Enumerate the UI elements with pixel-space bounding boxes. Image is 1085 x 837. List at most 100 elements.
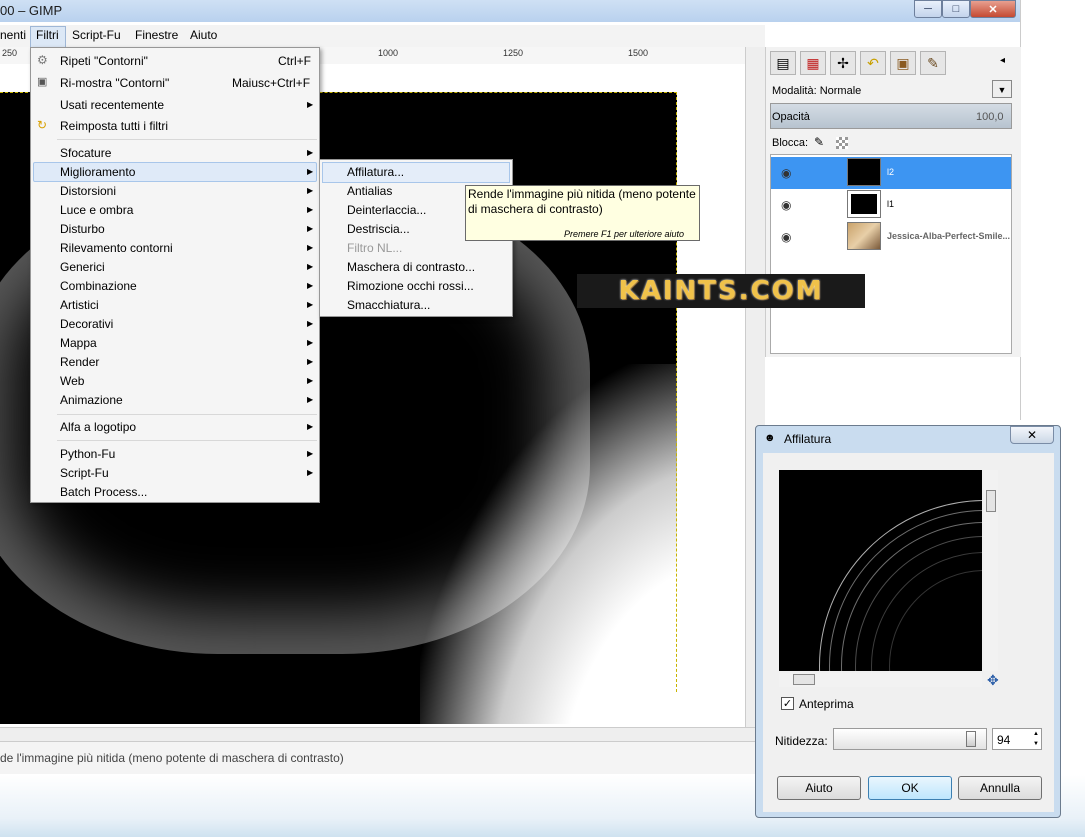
sharpness-slider[interactable] bbox=[833, 728, 987, 750]
layer-row[interactable]: ◉ l1 bbox=[771, 189, 1011, 221]
images-tab-icon[interactable]: ▣ bbox=[890, 51, 916, 75]
menu-separator bbox=[57, 440, 317, 441]
submenu-arrow-icon: ▶ bbox=[307, 243, 314, 252]
menu-item-red-eye[interactable]: Rimozione occhi rossi... bbox=[347, 279, 474, 293]
preview-checkbox[interactable]: ✓ bbox=[781, 697, 794, 710]
menu-item-script-fu[interactable]: Script-Fu bbox=[60, 466, 109, 480]
eye-icon[interactable]: ◉ bbox=[781, 230, 791, 244]
sharpness-value: 94 bbox=[997, 733, 1011, 747]
menu-item-reshow[interactable]: Ri-mostra "Contorni" bbox=[60, 76, 169, 90]
lock-pixels-icon[interactable]: ✎ bbox=[814, 135, 824, 149]
preview-area[interactable] bbox=[779, 470, 982, 671]
layer-name: l1 bbox=[887, 199, 895, 209]
menu-separator bbox=[57, 139, 317, 140]
navigate-icon[interactable]: ✥ bbox=[987, 672, 999, 689]
white-fade bbox=[420, 364, 745, 724]
menu-separator bbox=[57, 414, 317, 415]
eye-icon[interactable]: ◉ bbox=[781, 198, 791, 212]
sharpness-spinbox[interactable]: 94 ▲ ▼ bbox=[992, 728, 1042, 750]
ruler-label: 1000 bbox=[378, 48, 399, 58]
menu-item-despeckle[interactable]: Smacchiatura... bbox=[347, 298, 430, 312]
menu-item-recent[interactable]: Usati recentemente bbox=[60, 98, 164, 112]
menu-help[interactable]: Aiuto bbox=[190, 28, 217, 42]
menu-item-noise[interactable]: Disturbo bbox=[60, 222, 105, 236]
lock-alpha-icon[interactable] bbox=[836, 137, 848, 149]
scrollbar-thumb[interactable] bbox=[793, 674, 815, 685]
watermark-logo: KAINTS.COM bbox=[577, 274, 865, 308]
background-window bbox=[1020, 0, 1085, 420]
lock-label: Blocca: bbox=[772, 137, 809, 149]
layers-list: ◉ l2 ◉ l1 ◉ Jessica-Alba-Perfect-Smile..… bbox=[770, 154, 1012, 354]
opacity-label: Opacità bbox=[772, 111, 810, 123]
menu-filters[interactable]: Filtri bbox=[36, 28, 59, 42]
shortcut-reshow: Maiusc+Ctrl+F bbox=[232, 76, 311, 90]
submenu-arrow-icon: ▶ bbox=[307, 319, 314, 328]
submenu-arrow-icon: ▶ bbox=[307, 148, 314, 157]
menu-item-alpha-to-logo[interactable]: Alfa a logotipo bbox=[60, 420, 136, 434]
menubar: nenti Filtri Script-Fu Finestre Aiuto bbox=[0, 25, 765, 48]
menu-item-artistic[interactable]: Artistici bbox=[60, 298, 99, 312]
menu-item-combine[interactable]: Combinazione bbox=[60, 279, 137, 293]
menu-item-deinterlace[interactable]: Deinterlaccia... bbox=[347, 203, 426, 217]
menu-item-decor[interactable]: Decorativi bbox=[60, 317, 113, 331]
menu-item-enhance[interactable]: Miglioramento bbox=[60, 165, 135, 179]
menu-item-generic[interactable]: Generici bbox=[60, 260, 105, 274]
gimp-icon: ☻ bbox=[764, 432, 776, 444]
menu-windows[interactable]: Finestre bbox=[135, 28, 178, 42]
submenu-arrow-icon: ▶ bbox=[307, 338, 314, 347]
preview-label[interactable]: Anteprima bbox=[799, 697, 854, 711]
undo-tab-icon[interactable]: ↶ bbox=[860, 51, 886, 75]
menu-item-antialias[interactable]: Antialias bbox=[347, 184, 392, 198]
submenu-arrow-icon: ▶ bbox=[307, 224, 314, 233]
menu-item-edge-detect[interactable]: Rilevamento contorni bbox=[60, 241, 173, 255]
submenu-arrow-icon: ▶ bbox=[307, 205, 314, 214]
submenu-arrow-icon: ▶ bbox=[307, 281, 314, 290]
brushes-tab-icon[interactable]: ✎ bbox=[920, 51, 946, 75]
menu-item-web[interactable]: Web bbox=[60, 374, 84, 388]
menu-item-map[interactable]: Mappa bbox=[60, 336, 97, 350]
help-button[interactable]: Aiuto bbox=[777, 776, 861, 800]
submenu-arrow-icon: ▶ bbox=[307, 167, 314, 176]
menu-item-blur[interactable]: Sfocature bbox=[60, 146, 111, 160]
minimize-button[interactable]: ─ bbox=[914, 0, 942, 18]
paths-tab-icon[interactable]: ✢ bbox=[830, 51, 856, 75]
preview-vertical-scrollbar[interactable] bbox=[984, 470, 998, 671]
sharpen-dialog: ☻ Affilatura ✕ ✥ ✓ Anteprima Nitidezza: … bbox=[755, 425, 1061, 818]
canvas-horizontal-scrollbar[interactable] bbox=[0, 727, 765, 742]
ruler-label: 250 bbox=[2, 48, 18, 58]
ok-button[interactable]: OK bbox=[868, 776, 952, 800]
layer-row[interactable]: ◉ l2 bbox=[771, 157, 1011, 189]
eye-icon[interactable]: ◉ bbox=[781, 166, 791, 180]
menu-item-python-fu[interactable]: Python-Fu bbox=[60, 447, 115, 461]
mode-label[interactable]: Modalità: Normale bbox=[772, 85, 861, 97]
close-window-button[interactable]: ✕ bbox=[970, 0, 1016, 18]
preview-horizontal-scrollbar[interactable] bbox=[779, 673, 982, 687]
dialog-close-button[interactable]: ✕ bbox=[1010, 426, 1054, 444]
menu-item-batch[interactable]: Batch Process... bbox=[60, 485, 147, 499]
menu-item-destripe[interactable]: Destriscia... bbox=[347, 222, 410, 236]
menu-script-fu[interactable]: Script-Fu bbox=[72, 28, 121, 42]
menu-item-reset[interactable]: Reimposta tutti i filtri bbox=[60, 119, 168, 133]
menu-item-light-shadow[interactable]: Luce e ombra bbox=[60, 203, 133, 217]
maximize-button[interactable]: □ bbox=[942, 0, 970, 18]
menu-item-distorts[interactable]: Distorsioni bbox=[60, 184, 116, 198]
slider-handle[interactable] bbox=[965, 731, 976, 747]
menu-item-repeat[interactable]: Ripeti "Contorni" bbox=[60, 54, 148, 68]
shortcut-repeat: Ctrl+F bbox=[278, 54, 311, 68]
layers-tab-icon[interactable]: ▤ bbox=[770, 51, 796, 75]
spin-arrows-icon[interactable]: ▲ ▼ bbox=[1031, 729, 1041, 749]
layer-row[interactable]: ◉ Jessica-Alba-Perfect-Smile... bbox=[771, 221, 1011, 253]
channels-tab-icon[interactable]: ▦ bbox=[800, 51, 826, 75]
menu-item-animation[interactable]: Animazione bbox=[60, 393, 123, 407]
selection-border-right bbox=[676, 92, 677, 692]
menu-item-render[interactable]: Render bbox=[60, 355, 99, 369]
scrollbar-thumb[interactable] bbox=[986, 490, 996, 512]
dock-menu-icon[interactable]: ◂ bbox=[1000, 55, 1005, 66]
cancel-button[interactable]: Annulla bbox=[958, 776, 1042, 800]
menu-item-nl-filter[interactable]: Filtro NL... bbox=[347, 241, 402, 255]
tooltip-hint: Premere F1 per ulteriore aiuto bbox=[564, 229, 685, 239]
menu-item-sharpen[interactable]: Affilatura... bbox=[347, 165, 404, 179]
menu-item-unsharp-mask[interactable]: Maschera di contrasto... bbox=[347, 260, 475, 274]
menu-colors[interactable]: nenti bbox=[0, 28, 26, 42]
mode-dropdown-icon[interactable]: ▼ bbox=[992, 80, 1012, 98]
